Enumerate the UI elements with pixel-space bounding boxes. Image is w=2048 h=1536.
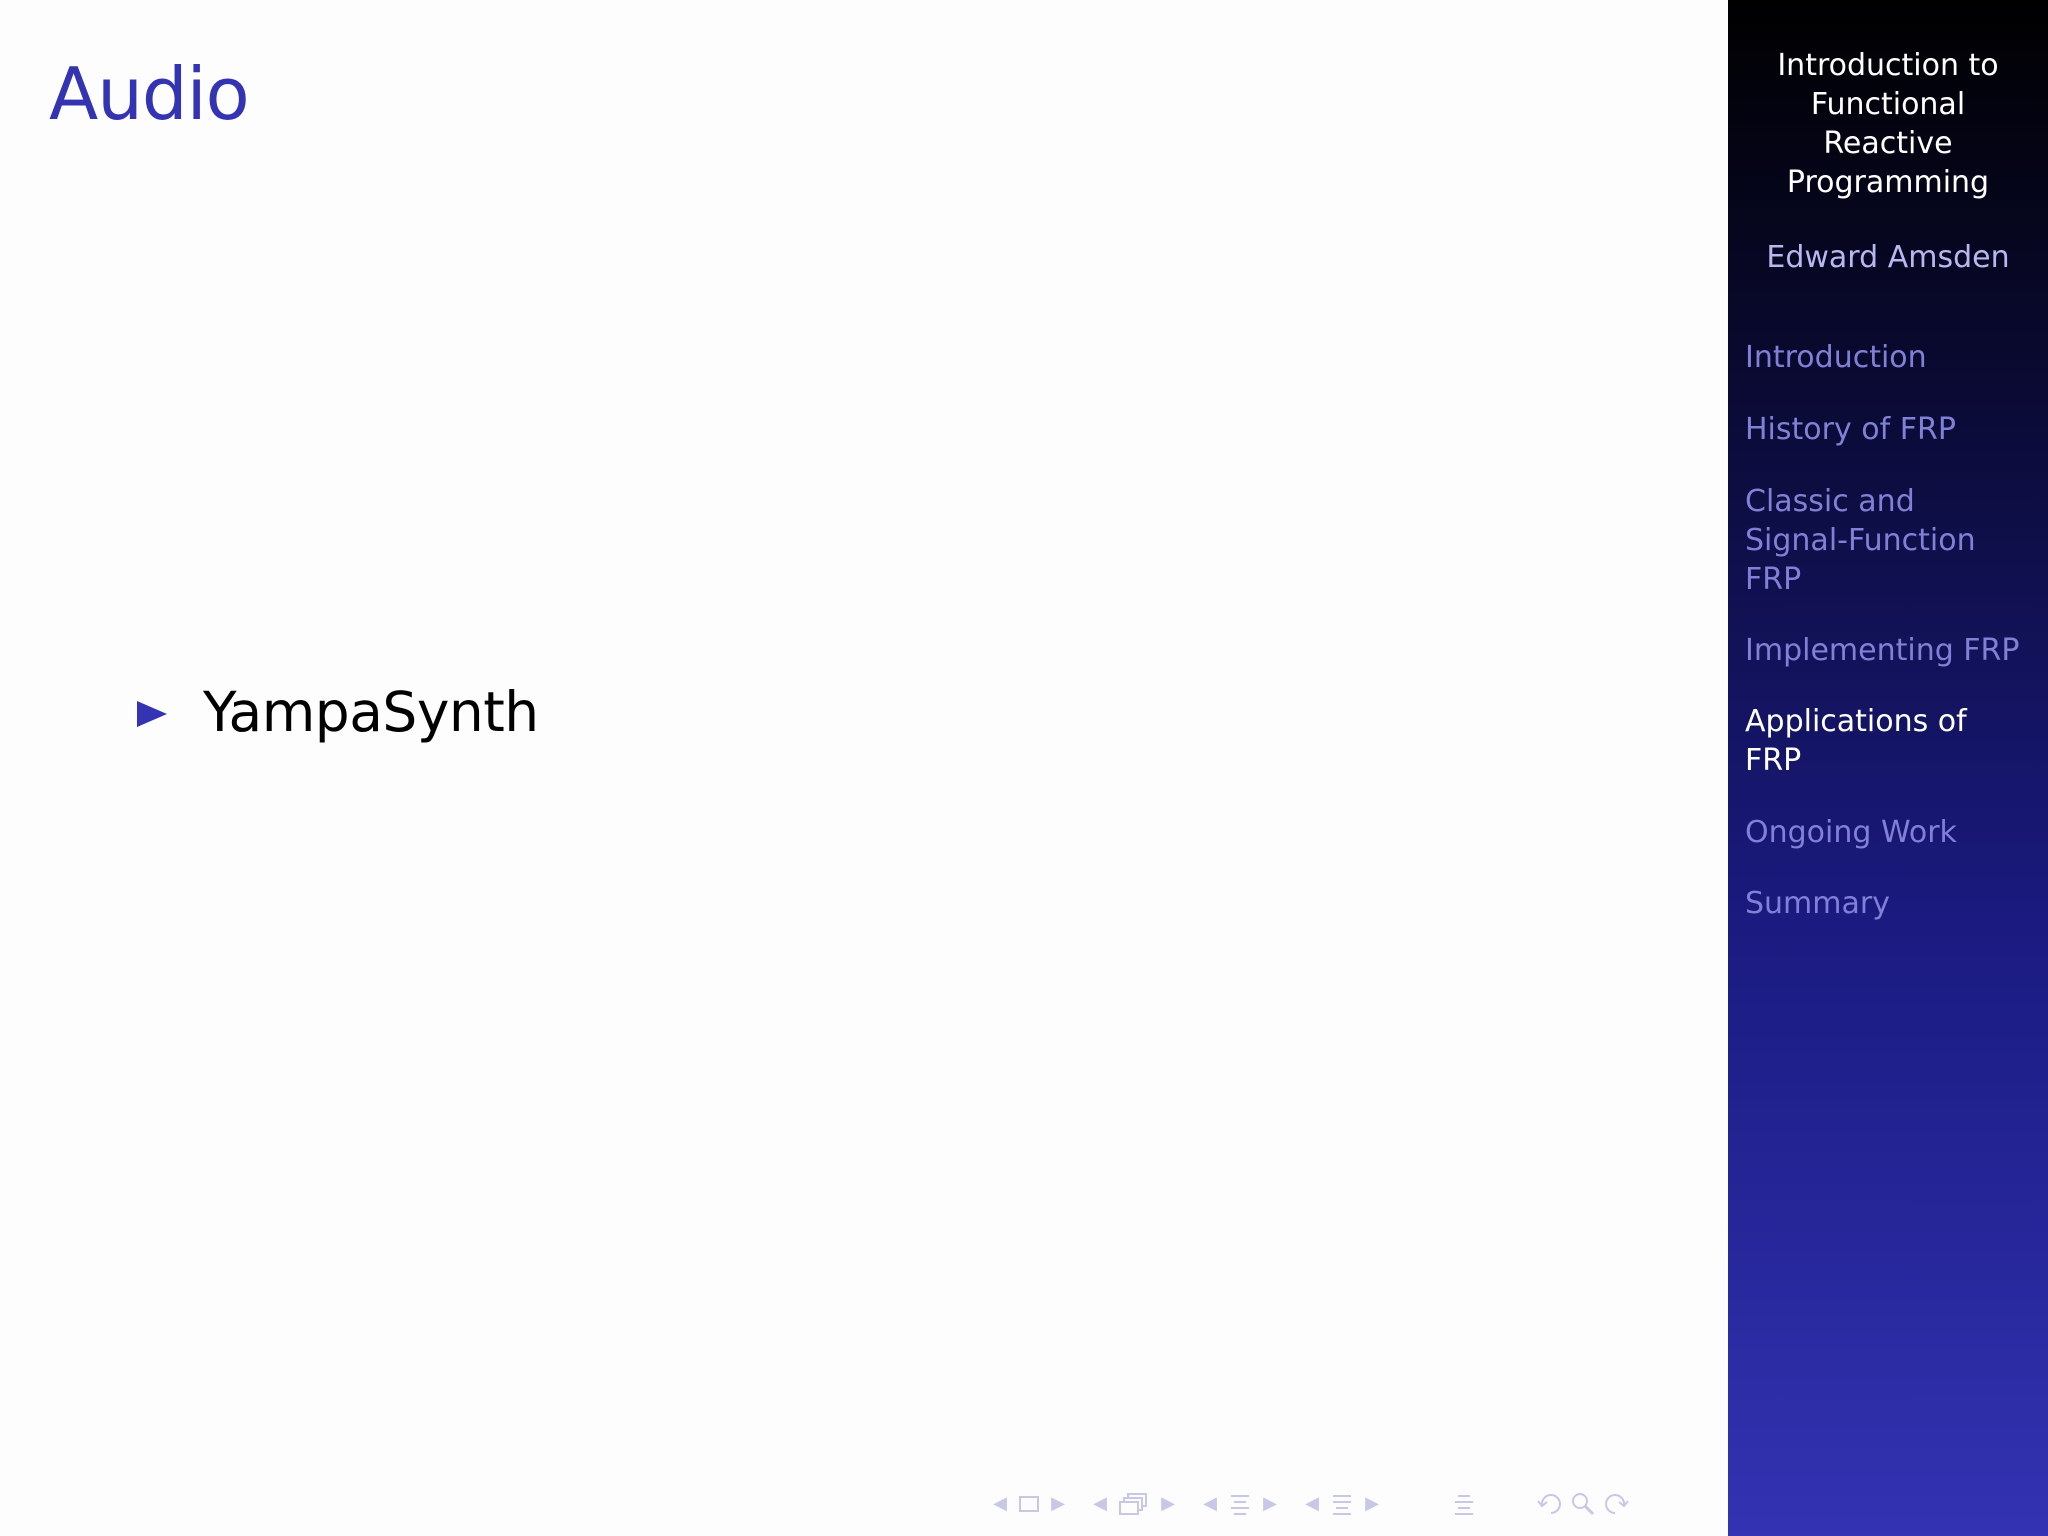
frame-nav-icon[interactable] <box>1018 1495 1040 1513</box>
prev-section-arrow-icon[interactable]: ◀ <box>1200 1495 1220 1513</box>
prev-presentation-arrow-icon[interactable]: ◀ <box>1302 1495 1322 1513</box>
prev-subsection-arrow-icon[interactable]: ◀ <box>1090 1495 1110 1513</box>
bullet-item: YampaSynth <box>137 672 539 752</box>
back-icon[interactable] <box>1536 1491 1566 1517</box>
prev-frame-arrow-icon[interactable]: ◀ <box>990 1495 1010 1513</box>
sidebar: Introduction to Functional Reactive Prog… <box>1728 0 2048 1536</box>
forward-icon[interactable] <box>1600 1491 1630 1517</box>
presentation-nav: ◀ ▶ <box>1302 1492 1382 1516</box>
slide-content: Audio YampaSynth ◀ ▶ ◀ ▶ ◀ ▶ ◀ ▶ <box>0 0 1728 1536</box>
sidebar-item-implementing-frp[interactable]: Implementing FRP <box>1745 631 2045 670</box>
appendix-nav <box>1444 1492 1484 1516</box>
next-subsection-arrow-icon[interactable]: ▶ <box>1158 1495 1178 1513</box>
sidebar-item-ongoing-work[interactable]: Ongoing Work <box>1745 813 2045 852</box>
subsection-nav: ◀ ▶ <box>1090 1492 1178 1516</box>
section-nav: ◀ ▶ <box>1200 1492 1280 1516</box>
next-frame-arrow-icon[interactable]: ▶ <box>1048 1495 1068 1513</box>
appendix-nav-icon[interactable] <box>1452 1492 1476 1516</box>
sidebar-item-classic-and-signal-function-frp[interactable]: Classic and Signal-Function FRP <box>1745 482 2045 599</box>
search-nav <box>1534 1491 1632 1517</box>
section-nav-icon[interactable] <box>1228 1492 1252 1516</box>
sidebar-item-applications-of-frp[interactable]: Applications of FRP <box>1745 702 2045 780</box>
presentation-title[interactable]: Introduction to Functional Reactive Prog… <box>1728 46 2048 202</box>
bullet-text: YampaSynth <box>203 680 539 744</box>
bullet-triangle-icon <box>137 701 167 727</box>
slide: Audio YampaSynth ◀ ▶ ◀ ▶ ◀ ▶ ◀ ▶ Introdu… <box>0 0 2048 1536</box>
presentation-nav-icon[interactable] <box>1330 1492 1354 1516</box>
search-icon[interactable] <box>1570 1491 1596 1517</box>
frame-title: Audio <box>49 52 250 136</box>
sidebar-item-introduction[interactable]: Introduction <box>1745 338 2045 377</box>
next-section-arrow-icon[interactable]: ▶ <box>1260 1495 1280 1513</box>
next-presentation-arrow-icon[interactable]: ▶ <box>1362 1495 1382 1513</box>
frame-nav: ◀ ▶ <box>990 1495 1068 1513</box>
sidebar-item-history-of-frp[interactable]: History of FRP <box>1745 410 2045 449</box>
navigation-bar: ◀ ▶ ◀ ▶ ◀ ▶ ◀ ▶ <box>990 1486 1654 1522</box>
bullet-list: YampaSynth <box>137 672 539 752</box>
subsection-nav-icon[interactable] <box>1118 1492 1150 1516</box>
sidebar-item-summary[interactable]: Summary <box>1745 884 2045 923</box>
author-name[interactable]: Edward Amsden <box>1728 238 2048 277</box>
